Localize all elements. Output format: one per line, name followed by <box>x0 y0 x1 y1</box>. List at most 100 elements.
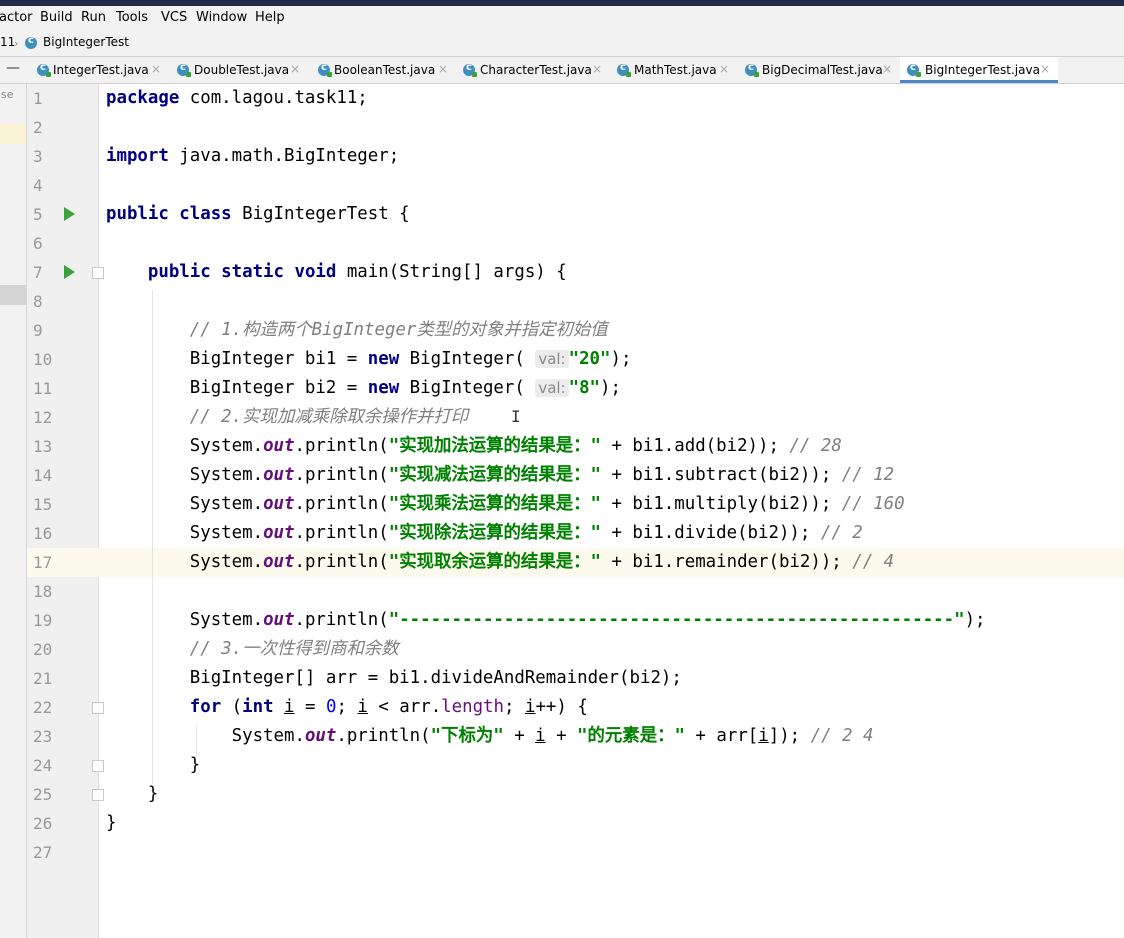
close-icon[interactable]: × <box>151 62 161 76</box>
fold-icon[interactable] <box>92 702 104 714</box>
code-token: .println( <box>294 610 389 630</box>
code-text: } <box>106 809 116 838</box>
code-line[interactable]: 7 public static void main(String[] args)… <box>0 258 1124 287</box>
line-number: 15 <box>33 495 53 514</box>
code-token: ( <box>221 697 243 717</box>
tab-mathtest[interactable]: MathTest.java × <box>613 57 741 83</box>
breadcrumb-package[interactable]: 11 <box>0 35 15 49</box>
code-token: System. <box>106 436 264 456</box>
code-token: ); <box>610 349 632 369</box>
code-text: System.out.println("实现取余运算的结果是：" + bi1.r… <box>106 548 894 577</box>
run-main-icon[interactable] <box>64 265 75 279</box>
code-line[interactable]: 22 for (int i = 0; i < arr.length; i++) … <box>0 693 1124 722</box>
code-token: 0 <box>325 697 337 717</box>
code-token: // 1.构造两个BigInteger类型的对象并指定初始值 <box>189 320 608 340</box>
code-text: for (int i = 0; i < arr.length; i++) { <box>106 693 588 722</box>
tab-charactertest[interactable]: CharacterTest.java × <box>459 57 609 83</box>
menu-help[interactable]: Help <box>255 10 285 25</box>
code-token: out <box>263 494 295 514</box>
code-line[interactable]: 1 package com.lagou.task11; <box>0 84 1124 113</box>
code-token: BigInteger bi1 = <box>106 349 368 369</box>
code-line[interactable]: 4 <box>0 171 1124 200</box>
code-token: out <box>263 552 295 572</box>
tab-bigdecimaltest[interactable]: BigDecimalTest.java × <box>743 57 899 83</box>
code-line[interactable]: 5 public class BigIntegerTest { <box>0 200 1124 229</box>
code-token: "下标为" <box>430 726 504 746</box>
tab-booleantest[interactable]: BooleanTest.java × <box>313 57 455 83</box>
fold-icon[interactable] <box>92 760 104 772</box>
close-icon[interactable]: × <box>290 62 300 76</box>
close-icon[interactable]: × <box>882 62 892 76</box>
code-token: out <box>263 610 295 630</box>
code-token: "---------------------------------------… <box>388 610 965 630</box>
line-number: 24 <box>33 756 53 775</box>
menu-build[interactable]: Build <box>40 10 73 25</box>
class-icon <box>25 35 37 49</box>
code-token: System. <box>106 552 264 572</box>
code-line[interactable]: 16 System.out.println("实现除法运算的结果是：" + bi… <box>0 519 1124 548</box>
code-token: ; <box>504 697 525 717</box>
code-line[interactable]: 9 // 1.构造两个BigInteger类型的对象并指定初始值 <box>0 316 1124 345</box>
class-icon <box>177 62 191 77</box>
code-token: + <box>545 726 578 746</box>
code-token: public class <box>106 204 232 224</box>
tab-bigintegertest[interactable]: BigIntegerTest.java × <box>900 57 1058 83</box>
code-line[interactable]: 27 <box>0 838 1124 867</box>
minimize-icon[interactable]: — <box>6 60 20 76</box>
code-line[interactable]: 14 System.out.println("实现减法运算的结果是：" + bi… <box>0 461 1124 490</box>
code-line[interactable]: 13 System.out.println("实现加法运算的结果是：" + bi… <box>0 432 1124 461</box>
tab-label: BooleanTest.java <box>334 63 436 77</box>
code-token: // 2 <box>820 523 863 543</box>
close-icon[interactable]: × <box>1040 62 1050 76</box>
close-icon[interactable]: × <box>438 62 448 76</box>
menu-tools[interactable]: Tools <box>116 10 148 25</box>
code-line[interactable]: 26} <box>0 809 1124 838</box>
code-text: public class BigIntegerTest { <box>106 200 410 229</box>
line-number: 12 <box>33 408 53 427</box>
code-token: } <box>106 813 117 833</box>
code-token: int <box>242 697 274 717</box>
code-token: BigInteger( <box>399 349 536 369</box>
code-line[interactable]: 8 <box>0 287 1124 316</box>
code-line[interactable]: 20 // 3.一次性得到商和余数 <box>0 635 1124 664</box>
menu-vcs[interactable]: VCS <box>161 10 187 25</box>
code-line[interactable]: 19 System.out.println("-----------------… <box>0 606 1124 635</box>
code-line[interactable]: 2 <box>0 113 1124 142</box>
code-line[interactable]: 15 System.out.println("实现乘法运算的结果是：" + bi… <box>0 490 1124 519</box>
code-line[interactable]: 12 // 2.实现加减乘除取余操作并打印 <box>0 403 1124 432</box>
line-number: 21 <box>33 669 53 688</box>
code-token: "实现减法运算的结果是：" <box>388 465 601 485</box>
code-line[interactable]: 17 System.out.println("实现取余运算的结果是：" + bi… <box>0 548 1124 577</box>
tab-doubletest[interactable]: DoubleTest.java × <box>172 57 308 83</box>
breadcrumb-file[interactable]: BigIntegerTest <box>43 35 129 49</box>
fold-icon[interactable] <box>92 789 104 801</box>
menu-run[interactable]: Run <box>81 10 106 25</box>
code-text: System.out.println("实现除法运算的结果是：" + bi1.d… <box>106 519 863 548</box>
parameter-hint: val: <box>535 379 569 397</box>
code-line[interactable]: 6 <box>0 229 1124 258</box>
code-text: System.out.println("实现加法运算的结果是：" + bi1.a… <box>106 432 842 461</box>
code-token: + bi1.add(bi2)); <box>600 436 790 456</box>
chevron-right-icon: › <box>14 37 19 50</box>
code-token: + bi1.subtract(bi2)); <box>600 465 842 485</box>
code-line[interactable]: 3 import java.math.BigInteger; <box>0 142 1124 171</box>
close-icon[interactable]: × <box>719 62 729 76</box>
code-line[interactable]: 25 } <box>0 780 1124 809</box>
run-class-icon[interactable] <box>64 207 75 221</box>
code-token: i <box>524 697 536 717</box>
line-number: 4 <box>33 176 43 195</box>
code-line[interactable]: 18 <box>0 577 1124 606</box>
code-line[interactable]: 24 } <box>0 751 1124 780</box>
code-line[interactable]: 10 BigInteger bi1 = new BigInteger( val:… <box>0 345 1124 374</box>
menu-refactor[interactable]: actor <box>0 10 33 25</box>
code-token: ; <box>336 697 358 717</box>
code-line[interactable]: 11 BigInteger bi2 = new BigInteger( val:… <box>0 374 1124 403</box>
code-line[interactable]: 21 BigInteger[] arr = bi1.divideAndRemai… <box>0 664 1124 693</box>
fold-icon[interactable] <box>92 267 104 279</box>
menu-window[interactable]: Window <box>196 10 247 25</box>
tab-integertest[interactable]: IntegerTest.java × <box>32 57 168 83</box>
code-line[interactable]: 23 System.out.println("下标为" + i + "的元素是：… <box>0 722 1124 751</box>
tab-label: BigDecimalTest.java <box>762 63 883 77</box>
close-icon[interactable]: × <box>592 62 602 76</box>
